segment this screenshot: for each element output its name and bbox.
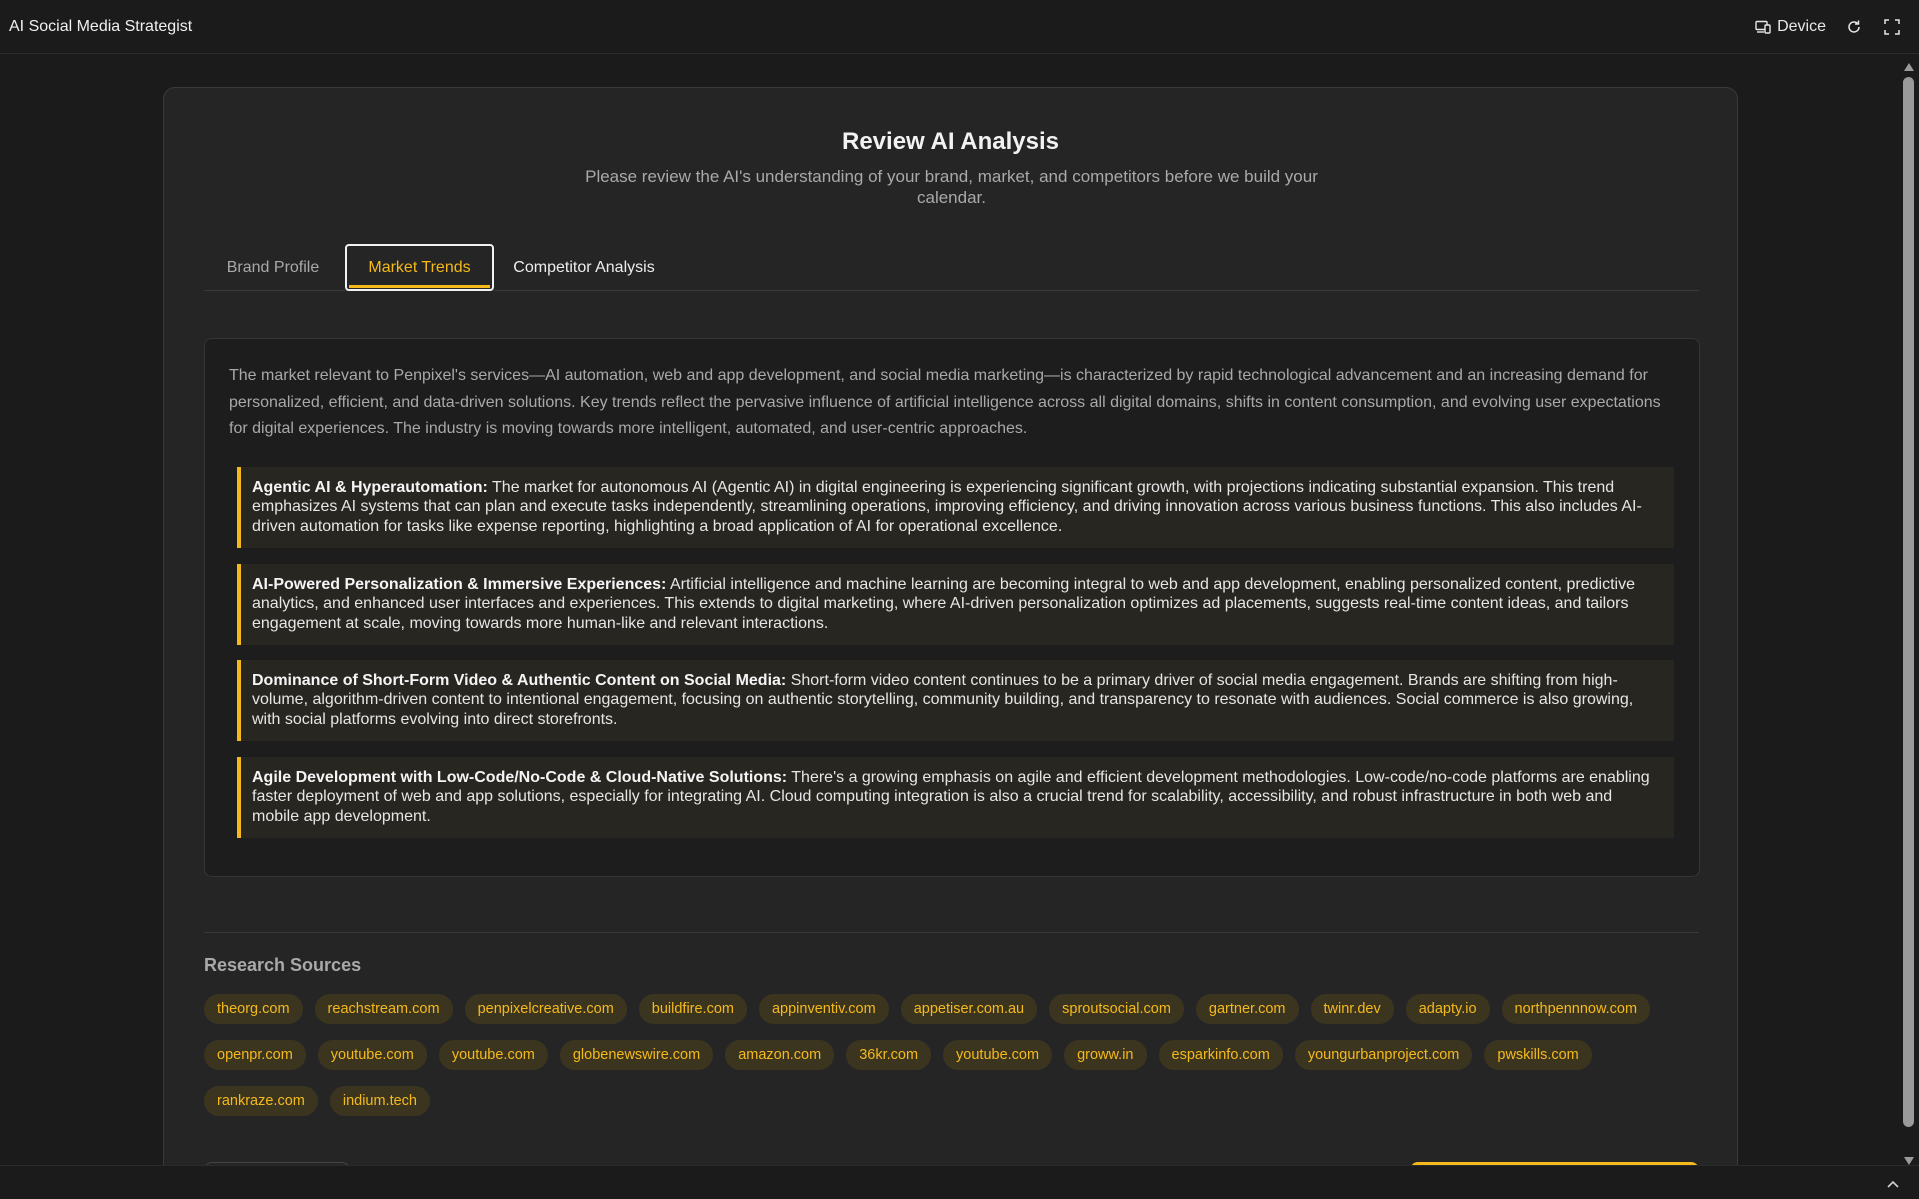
source-chip[interactable]: indium.tech: [329, 1086, 430, 1116]
scroll-down-icon[interactable]: [1903, 1153, 1915, 1165]
vertical-scrollbar[interactable]: [1899, 55, 1919, 1165]
source-chip[interactable]: amazon.com: [725, 1040, 835, 1070]
source-chip[interactable]: pwskills.com: [1484, 1040, 1592, 1070]
trend-title: Agile Development with Low-Code/No-Code …: [252, 769, 788, 786]
tab-brand-profile[interactable]: Brand Profile: [204, 244, 342, 291]
fullscreen-button[interactable]: [1882, 17, 1902, 37]
trend-item: Agile Development with Low-Code/No-Code …: [237, 757, 1674, 838]
source-chip[interactable]: 36kr.com: [846, 1040, 932, 1070]
source-chip[interactable]: northpennnow.com: [1501, 994, 1651, 1024]
source-chip[interactable]: penpixelcreative.com: [464, 994, 627, 1024]
source-chip[interactable]: youngurbanproject.com: [1294, 1040, 1473, 1070]
source-chip[interactable]: buildfire.com: [638, 994, 747, 1024]
source-chip[interactable]: appinventiv.com: [758, 994, 889, 1024]
scroll-up-icon[interactable]: [1903, 59, 1915, 71]
market-intro: The market relevant to Penpixel's servic…: [229, 367, 1661, 437]
trend-title: Dominance of Short-Form Video & Authenti…: [252, 672, 787, 689]
source-chip[interactable]: twinr.dev: [1310, 994, 1394, 1024]
app-title: AI Social Media Strategist: [9, 17, 193, 35]
source-chip[interactable]: appetiser.com.au: [900, 994, 1038, 1024]
tab-competitor-analysis[interactable]: Competitor Analysis: [494, 244, 674, 291]
tab-market-trends[interactable]: Market Trends: [345, 244, 494, 291]
research-sources-title: Research Sources: [204, 955, 362, 975]
source-chip[interactable]: gartner.com: [1195, 994, 1299, 1024]
review-card: Review AI Analysis Please review the AI'…: [163, 87, 1738, 1165]
source-chip[interactable]: rankraze.com: [204, 1086, 318, 1116]
refresh-icon: [1846, 19, 1862, 35]
page-title: Review AI Analysis: [842, 128, 1059, 155]
source-chip[interactable]: groww.in: [1064, 1040, 1147, 1070]
trend-title: Agentic AI & Hyperautomation:: [252, 479, 488, 496]
source-chip[interactable]: openpr.com: [204, 1040, 306, 1070]
source-chip[interactable]: adapty.io: [1405, 994, 1490, 1024]
source-chip[interactable]: globenewswire.com: [559, 1040, 714, 1070]
top-bar-actions: Device: [1755, 17, 1910, 37]
research-sources-list: theorg.com reachstream.com penpixelcreativ…: [204, 994, 1704, 1116]
market-trends-panel: The market relevant to Penpixel's servic…: [204, 338, 1700, 877]
analysis-tabs: Brand Profile Market Trends Competitor A…: [204, 244, 1699, 291]
chevron-up-icon[interactable]: [1887, 1176, 1899, 1194]
source-chip[interactable]: reachstream.com: [314, 994, 453, 1024]
source-chip[interactable]: esparkinfo.com: [1158, 1040, 1283, 1070]
page-viewport[interactable]: Review AI Analysis Please review the AI'…: [0, 55, 1899, 1165]
device-icon: [1755, 20, 1771, 34]
trend-item: AI-Powered Personalization & Immersive E…: [237, 564, 1674, 645]
source-chip[interactable]: youtube.com: [317, 1040, 427, 1070]
trend-title: AI-Powered Personalization & Immersive E…: [252, 576, 667, 593]
section-divider: [204, 932, 1699, 933]
source-chip[interactable]: theorg.com: [204, 994, 303, 1024]
refresh-button[interactable]: [1844, 17, 1864, 37]
device-label: Device: [1777, 17, 1826, 35]
trend-item: Dominance of Short-Form Video & Authenti…: [237, 660, 1674, 741]
fullscreen-icon: [1884, 18, 1900, 35]
source-chip[interactable]: youtube.com: [438, 1040, 548, 1070]
device-button[interactable]: Device: [1755, 18, 1826, 36]
source-chip[interactable]: youtube.com: [943, 1040, 1053, 1070]
bottom-bar: [0, 1165, 1919, 1199]
top-bar: AI Social Media Strategist Device: [0, 0, 1919, 54]
page-subtitle: Please review the AI's understanding of …: [585, 167, 1318, 207]
scrollbar-thumb[interactable]: [1903, 77, 1914, 1127]
source-chip[interactable]: sproutsocial.com: [1049, 994, 1184, 1024]
trend-item: Agentic AI & Hyperautomation: The market…: [237, 467, 1674, 548]
